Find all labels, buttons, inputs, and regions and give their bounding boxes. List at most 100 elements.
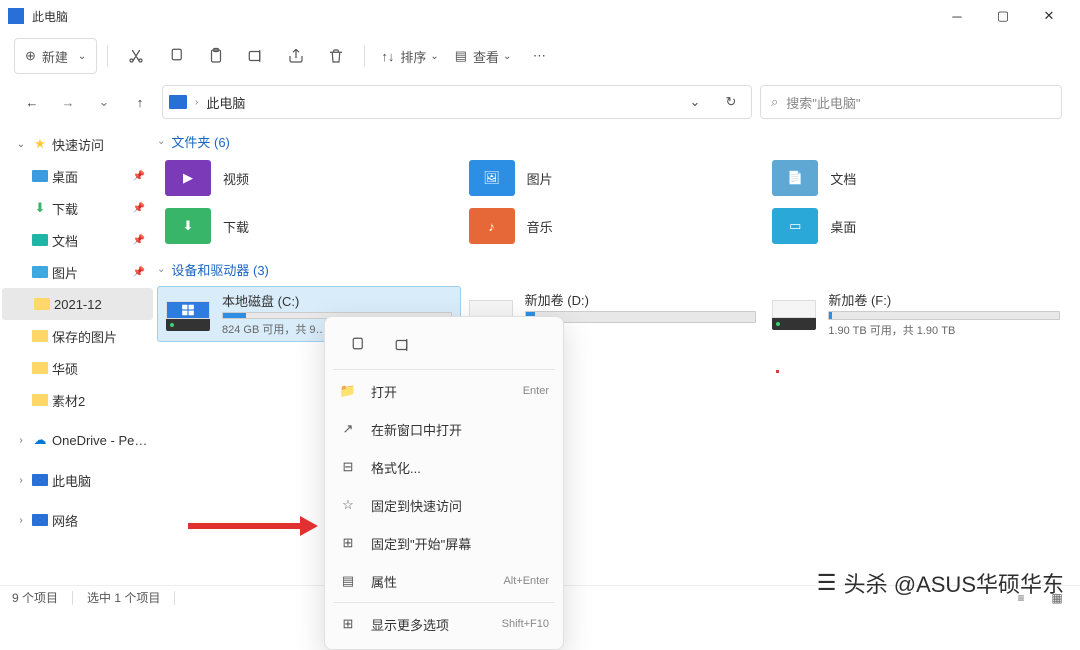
- chevron-down-icon: ⌄: [157, 264, 165, 275]
- sidebar-item-network[interactable]: › 网络: [0, 504, 155, 536]
- chevron-right-icon: ›: [14, 475, 28, 486]
- drive-bar: [828, 311, 1060, 320]
- recent-button[interactable]: ⌄: [90, 88, 118, 116]
- sidebar-item-quick[interactable]: ⌄ ★ 快速访问: [0, 128, 155, 160]
- sort-button[interactable]: ↑↓ 排序 ⌄: [375, 38, 444, 74]
- drive-name: 本地磁盘 (C:): [222, 291, 452, 310]
- external-icon: ↗: [339, 421, 357, 437]
- copy-icon: [348, 336, 366, 354]
- ctx-more[interactable]: ⊞ 显示更多选项 Shift+F10: [325, 605, 563, 643]
- separator: [333, 602, 555, 603]
- copy-button[interactable]: [158, 38, 194, 74]
- drive-f[interactable]: 新加卷 (F:) 1.90 TB 可用，共 1.90 TB: [764, 286, 1068, 342]
- sidebar-item-desktop[interactable]: 桌面 📌: [0, 160, 155, 192]
- view-button[interactable]: ▤ 查看 ⌄: [449, 38, 518, 74]
- group-label: 文件夹 (6): [171, 132, 230, 151]
- ctx-new-window[interactable]: ↗ 在新窗口中打开: [325, 410, 563, 448]
- pin-icon: ⊞: [339, 535, 357, 551]
- sidebar-item-onedrive[interactable]: › ☁ OneDrive - Personal: [0, 424, 155, 456]
- share-button[interactable]: [278, 38, 314, 74]
- label: 属性: [371, 572, 489, 591]
- pictures-icon: 🖼: [469, 160, 515, 196]
- label: 固定到"开始"屏幕: [371, 534, 549, 553]
- music-icon: ♪: [469, 208, 515, 244]
- group-label: 设备和驱动器 (3): [171, 260, 269, 279]
- ctx-pin-quick[interactable]: ☆ 固定到快速访问: [325, 486, 563, 524]
- label: 此电脑: [52, 471, 151, 490]
- drive-info: 新加卷 (F:) 1.90 TB 可用，共 1.90 TB: [828, 290, 1060, 338]
- group-drives[interactable]: ⌄ 设备和驱动器 (3): [157, 256, 1068, 282]
- folder-icon: 📁: [339, 383, 357, 399]
- cut-button[interactable]: [118, 38, 154, 74]
- up-button[interactable]: ↑: [126, 88, 154, 116]
- address-text: 此电脑: [206, 93, 673, 112]
- folder-icon: [34, 298, 50, 310]
- sort-label: 排序: [400, 47, 426, 66]
- more-button[interactable]: ⋯: [521, 38, 557, 74]
- new-button[interactable]: ⊕ 新建 ⌄: [14, 38, 97, 74]
- rename-button[interactable]: [385, 327, 421, 363]
- sidebar-item-downloads[interactable]: ⬇ 下载 📌: [0, 192, 155, 224]
- folder-downloads[interactable]: ⬇ 下载: [157, 202, 461, 250]
- forward-button[interactable]: →: [54, 88, 82, 116]
- sidebar-item-saved[interactable]: 保存的图片: [0, 320, 155, 352]
- paste-button[interactable]: [198, 38, 234, 74]
- label: 固定到快速访问: [371, 496, 549, 515]
- drives-grid: 本地磁盘 (C:) 824 GB 可用，共 9… 新加卷 (D:) .73 TB…: [157, 286, 1068, 342]
- ctx-properties[interactable]: ▤ 属性 Alt+Enter: [325, 562, 563, 600]
- ctx-format[interactable]: ⊟ 格式化...: [325, 448, 563, 486]
- navigation-bar: ← → ⌄ ↑ › 此电脑 ⌄ ↻ ⌕ 搜索"此电脑": [0, 80, 1080, 124]
- pc-icon: [169, 95, 187, 109]
- refresh-button[interactable]: ↻: [717, 88, 745, 116]
- delete-button[interactable]: [318, 38, 354, 74]
- chevron-right-icon: ›: [195, 97, 198, 108]
- search-input[interactable]: ⌕ 搜索"此电脑": [760, 85, 1062, 119]
- sidebar-item-thispc[interactable]: › 此电脑: [0, 464, 155, 496]
- ctx-open[interactable]: 📁 打开 Enter: [325, 372, 563, 410]
- share-icon: [287, 47, 305, 65]
- rename-icon: [247, 47, 265, 65]
- chevron-down-icon: ⌄: [157, 136, 165, 147]
- close-button[interactable]: ✕: [1026, 0, 1072, 32]
- separator: [364, 45, 365, 67]
- paste-icon: [207, 47, 225, 65]
- folder-desktop[interactable]: ▭ 桌面: [764, 202, 1068, 250]
- back-button[interactable]: ←: [18, 88, 46, 116]
- pin-icon: 📌: [133, 235, 151, 246]
- folder-pictures[interactable]: 🖼 图片: [461, 154, 765, 202]
- sidebar-item-documents[interactable]: 文档 📌: [0, 224, 155, 256]
- copy-button[interactable]: [339, 327, 375, 363]
- folder-icon: [32, 362, 48, 374]
- app-icon: [8, 8, 24, 24]
- item-count: 9 个项目: [12, 589, 58, 606]
- drive-icon: [772, 290, 816, 330]
- search-icon: ⌕: [771, 94, 778, 110]
- group-folders[interactable]: ⌄ 文件夹 (6): [157, 128, 1068, 154]
- maximize-button[interactable]: ▢: [980, 0, 1026, 32]
- rename-button[interactable]: [238, 38, 274, 74]
- label: 在新窗口中打开: [371, 420, 549, 439]
- address-bar[interactable]: › 此电脑 ⌄ ↻: [162, 85, 752, 119]
- folder-icon: [32, 330, 48, 342]
- sidebar-item-folder1[interactable]: 2021-12: [2, 288, 153, 320]
- window-controls: ─ ▢ ✕: [934, 0, 1072, 32]
- history-button[interactable]: ⌄: [681, 88, 709, 116]
- folder-videos[interactable]: ▶ 视频: [157, 154, 461, 202]
- chevron-right-icon: ›: [14, 435, 28, 446]
- context-menu: 📁 打开 Enter ↗ 在新窗口中打开 ⊟ 格式化... ☆ 固定到快速访问 …: [324, 316, 564, 650]
- folder-documents[interactable]: 📄 文档: [764, 154, 1068, 202]
- annotation-dot: [776, 370, 779, 373]
- ctx-pin-start[interactable]: ⊞ 固定到"开始"屏幕: [325, 524, 563, 562]
- minimize-button[interactable]: ─: [934, 0, 980, 32]
- desktop-icon: ▭: [772, 208, 818, 244]
- sidebar-item-asus[interactable]: 华硕: [0, 352, 155, 384]
- drive-icon: [166, 291, 210, 331]
- watermark-icon: ☰: [816, 572, 838, 594]
- folder-music[interactable]: ♪ 音乐: [461, 202, 765, 250]
- sidebar-item-pictures[interactable]: 图片 📌: [0, 256, 155, 288]
- sidebar-item-material[interactable]: 素材2: [0, 384, 155, 416]
- chevron-down-icon: ⌄: [503, 51, 511, 62]
- cut-icon: [127, 47, 145, 65]
- separator: [107, 45, 108, 67]
- chevron-down-icon: ⌄: [430, 51, 438, 62]
